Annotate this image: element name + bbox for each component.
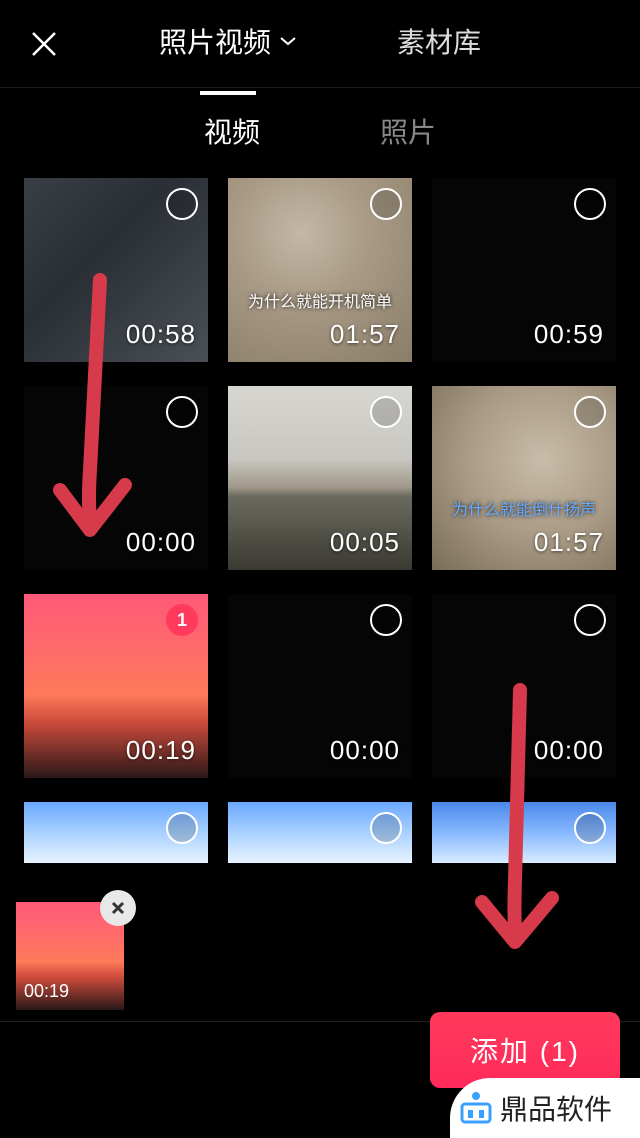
duration-label: 00:05 — [330, 527, 400, 558]
add-button[interactable]: 添加 (1) — [430, 1012, 620, 1088]
chevron-down-icon — [279, 36, 297, 46]
video-thumb[interactable]: 00:58 — [24, 178, 208, 362]
select-circle[interactable] — [574, 396, 606, 428]
video-thumb[interactable]: 00:00 — [432, 594, 616, 778]
video-thumb[interactable] — [228, 802, 412, 863]
video-thumb[interactable]: 为什么就能倒什扬声 01:57 — [432, 386, 616, 570]
select-circle[interactable] — [574, 812, 606, 844]
top-tabs: 照片视频 素材库 — [0, 21, 640, 67]
duration-label: 00:00 — [534, 735, 604, 766]
select-circle[interactable] — [574, 188, 606, 220]
select-circle[interactable] — [370, 396, 402, 428]
video-grid: 00:58 为什么就能开机简单 01:57 00:59 00:00 00:05 … — [0, 178, 640, 778]
tab-photo-video[interactable]: 照片视频 — [159, 21, 297, 67]
select-circle[interactable] — [370, 188, 402, 220]
app-root: 照片视频 素材库 视频 照片 00:58 为什么就能开机简单 01:57 00:… — [0, 0, 640, 1138]
select-circle[interactable] — [370, 604, 402, 636]
duration-label: 01:57 — [330, 319, 400, 350]
duration-label: 00:00 — [330, 735, 400, 766]
video-thumb[interactable]: 为什么就能开机简单 01:57 — [228, 178, 412, 362]
select-circle[interactable] — [370, 812, 402, 844]
tray-duration: 00:19 — [24, 981, 69, 1002]
overlay-text: 为什么就能倒什扬声 — [432, 496, 616, 520]
duration-label: 01:57 — [534, 527, 604, 558]
selection-tray: 00:19 — [16, 902, 124, 1010]
select-circle-selected[interactable]: 1 — [166, 604, 198, 636]
watermark: 鼎品软件 — [450, 1078, 640, 1138]
subtabs: 视频 照片 — [0, 88, 640, 178]
overlay-text: 为什么就能开机简单 — [228, 288, 412, 312]
video-thumb[interactable]: 00:05 — [228, 386, 412, 570]
subtab-video[interactable]: 视频 — [204, 111, 260, 155]
subtab-photo[interactable]: 照片 — [380, 111, 436, 155]
video-grid-row4 — [0, 802, 640, 863]
remove-icon[interactable] — [100, 890, 136, 926]
tray-item[interactable]: 00:19 — [16, 902, 124, 1010]
tab-library[interactable]: 素材库 — [397, 21, 481, 67]
select-circle[interactable] — [166, 812, 198, 844]
video-thumb[interactable] — [432, 802, 616, 863]
tab-library-label: 素材库 — [397, 21, 481, 61]
select-circle[interactable] — [166, 188, 198, 220]
duration-label: 00:19 — [126, 735, 196, 766]
watermark-label: 鼎品软件 — [500, 1088, 612, 1128]
video-thumb[interactable]: 00:59 — [432, 178, 616, 362]
select-circle[interactable] — [166, 396, 198, 428]
duration-label: 00:58 — [126, 319, 196, 350]
duration-label: 00:59 — [534, 319, 604, 350]
select-circle[interactable] — [574, 604, 606, 636]
video-thumb[interactable] — [24, 802, 208, 863]
tab-photo-video-label: 照片视频 — [159, 21, 271, 61]
video-thumb[interactable]: 00:00 — [228, 594, 412, 778]
video-thumb[interactable]: 1 00:19 — [24, 594, 208, 778]
topbar: 照片视频 素材库 — [0, 0, 640, 88]
watermark-logo-icon — [456, 1088, 496, 1128]
close-icon[interactable] — [24, 24, 64, 64]
duration-label: 00:00 — [126, 527, 196, 558]
video-thumb[interactable]: 00:00 — [24, 386, 208, 570]
